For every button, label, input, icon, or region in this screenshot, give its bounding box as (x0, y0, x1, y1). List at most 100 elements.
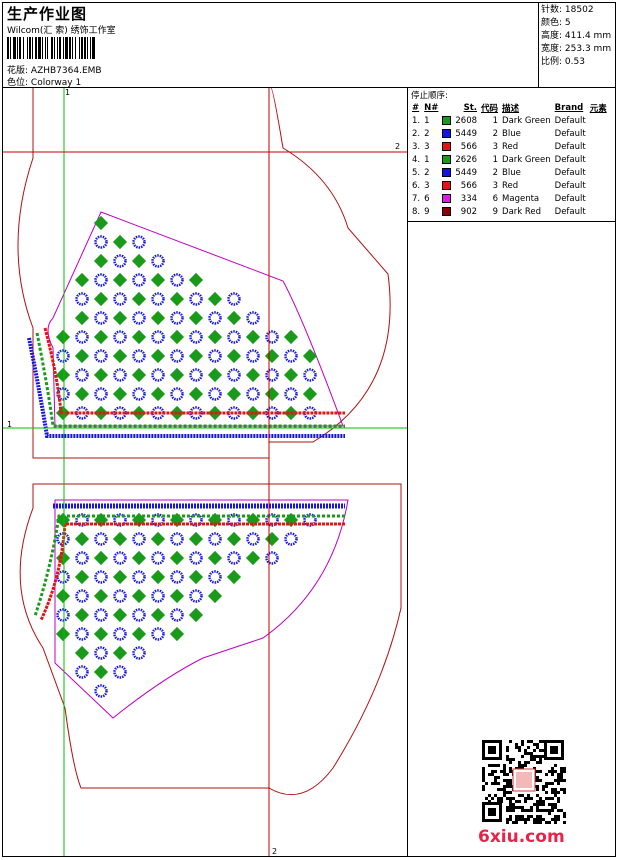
qr-module (512, 806, 515, 809)
motif-star (227, 330, 241, 344)
cell-n: 1 (424, 154, 430, 165)
stop-sequence-title: 停止顺序: (411, 91, 448, 101)
qr-module (551, 782, 554, 785)
color-swatch (442, 154, 452, 164)
qr-module (506, 785, 509, 788)
qr-finder-core (488, 746, 496, 754)
motif-star (132, 646, 146, 660)
motif-diamond (93, 367, 109, 383)
qr-module (518, 794, 521, 797)
qr-module (506, 773, 509, 776)
qr-module (530, 740, 533, 743)
motif-diamond (112, 386, 128, 402)
cell-desc: Blue (502, 128, 521, 139)
qr-module (536, 818, 539, 821)
qr-module (557, 776, 560, 779)
col-swatch (440, 101, 453, 114)
qr-module (509, 797, 512, 800)
qr-module (518, 818, 521, 821)
cell-code: 3 (492, 180, 499, 191)
barcode-bar (19, 37, 21, 59)
qr-module (545, 785, 548, 788)
motif-diamond (245, 329, 261, 345)
qr-module (539, 755, 542, 758)
qr-finder-core (550, 746, 558, 754)
motif-star (75, 665, 89, 679)
motif-diamond (207, 588, 223, 604)
cell-brand: Default (554, 115, 586, 126)
table-row: 8. 9 902 9 Dark Red Default (410, 205, 609, 218)
qr-code (480, 738, 566, 824)
qr-module (554, 794, 557, 797)
motif-star (56, 570, 70, 584)
motif-star (132, 349, 146, 363)
motif-star (132, 235, 146, 249)
qr-module (560, 779, 563, 782)
qr-module (509, 818, 512, 821)
qr-module (518, 806, 521, 809)
cell-el (588, 179, 609, 192)
motif-star (170, 273, 184, 287)
qr-module (560, 809, 563, 812)
qr-module (509, 758, 512, 761)
qr-module (497, 797, 500, 800)
barcode-bar (17, 37, 18, 59)
cell-el (588, 205, 609, 218)
colorway-label: 色位: (7, 78, 29, 88)
motif-star (94, 235, 108, 249)
qr-module (542, 818, 545, 821)
motif-star (303, 368, 317, 382)
cell-idx: 8. (412, 206, 421, 217)
motif-star (208, 349, 222, 363)
motif-diamond (131, 329, 147, 345)
motif-star (132, 387, 146, 401)
motif-diamond (188, 607, 204, 623)
motif-diamond (169, 626, 185, 642)
qr-module (551, 767, 554, 770)
qr-module (563, 821, 566, 824)
motif-diamond (55, 329, 71, 345)
qr-module (536, 794, 539, 797)
qr-module (509, 785, 512, 788)
qr-module (530, 815, 533, 818)
cell-st: 902 (460, 206, 478, 217)
qr-module (530, 755, 533, 758)
motif-star (265, 330, 279, 344)
qr-module (509, 782, 512, 785)
qr-module (512, 797, 515, 800)
motif-star (94, 311, 108, 325)
motif-star (227, 292, 241, 306)
qr-module (554, 764, 557, 767)
motif-diamond (74, 386, 90, 402)
qr-module (542, 800, 545, 803)
barcode-bar (79, 37, 80, 59)
motif-star (189, 589, 203, 603)
qr-module (539, 821, 542, 824)
qr-module (530, 752, 533, 755)
qr-module (515, 743, 518, 746)
cell-brand: Default (554, 193, 586, 204)
cell-brand: Default (554, 141, 586, 152)
axis-label-right-2: 2 (395, 142, 401, 151)
qr-module (506, 821, 509, 824)
motif-star (265, 368, 279, 382)
table-row: 4. 1 2626 1 Dark Green Default (410, 153, 609, 166)
motif-diamond (112, 272, 128, 288)
cell-idx: 2. (412, 128, 421, 139)
qr-module (509, 791, 512, 794)
design-canvas[interactable] (3, 88, 407, 856)
qr-module (488, 773, 491, 776)
qr-module (560, 767, 563, 770)
qr-module (557, 791, 560, 794)
barcode-bar (81, 37, 83, 59)
barcode-bar (7, 37, 9, 59)
col-code: 代码 (481, 103, 499, 114)
cell-code: 1 (492, 115, 499, 126)
table-row: 6. 3 566 3 Red Default (410, 179, 609, 192)
qr-module (518, 761, 521, 764)
cell-el (588, 166, 609, 179)
qr-module (533, 743, 536, 746)
barcode-bar (63, 37, 64, 59)
barcode-bar (84, 37, 86, 59)
qr-module (560, 773, 563, 776)
